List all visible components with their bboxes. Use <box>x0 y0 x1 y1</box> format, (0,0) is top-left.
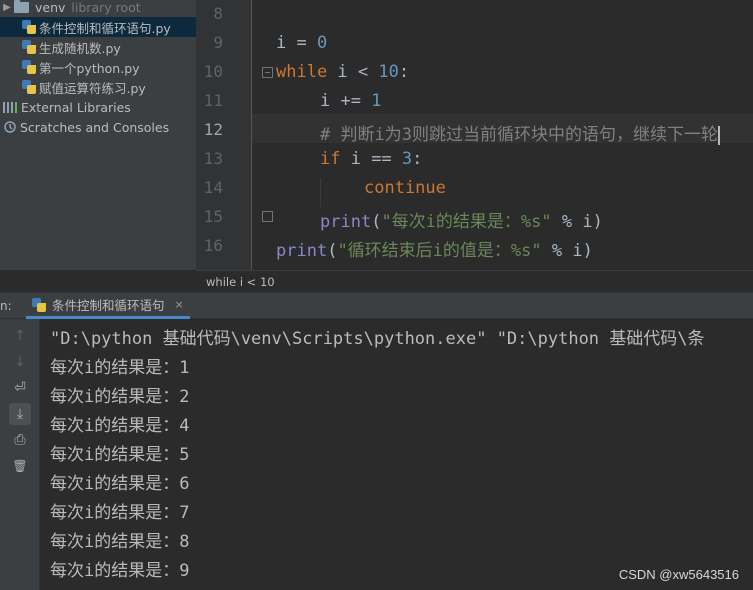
python-file-icon <box>32 297 46 312</box>
indent-guide <box>320 178 321 207</box>
trash-icon[interactable]: 🗑 <box>9 455 31 477</box>
tree-item-label: venv <box>35 0 66 15</box>
fold-marker-icon[interactable] <box>262 67 273 78</box>
line-number: 10 <box>203 62 223 81</box>
close-icon[interactable]: × <box>175 298 184 311</box>
watermark: CSDN @xw5643516 <box>618 567 739 582</box>
tree-item-label: 条件控制和循环语句.py <box>39 20 171 36</box>
scroll-up-icon[interactable]: ↑ <box>9 325 31 347</box>
scratches-icon <box>4 121 16 133</box>
line-number: 14 <box>203 178 223 197</box>
line-number: 13 <box>203 149 223 168</box>
python-file-icon <box>22 80 36 94</box>
tree-item-file[interactable]: 生成随机数.py <box>22 37 121 57</box>
run-tab-label: 条件控制和循环语句 <box>52 298 165 313</box>
tree-item-external-libraries[interactable]: External Libraries <box>2 97 131 117</box>
tree-item-label: 第一个python.py <box>39 60 140 76</box>
code-line-12: # 判断i为3则跳过当前循环块中的语句，继续下一轮 <box>320 125 720 145</box>
folder-icon <box>14 0 29 13</box>
code-line-15: print("每次i的结果是：%s" % i) <box>320 212 603 232</box>
line-number-gutter: 8 9 10 11 12 13 14 15 16 <box>196 0 252 270</box>
code-line-10: while i < 10: <box>276 62 410 82</box>
library-root-note: library root <box>71 0 141 15</box>
tree-item-label: Scratches and Consoles <box>20 119 170 135</box>
code-line-9: i = 0 <box>276 33 328 53</box>
line-number-current: 12 <box>203 120 223 139</box>
console-output[interactable]: "D:\python 基础代码\venv\Scripts\python.exe"… <box>40 319 753 590</box>
run-window-title: n: <box>0 299 12 313</box>
chevron-right-icon[interactable]: ▶ <box>0 2 14 13</box>
library-icon <box>3 102 17 113</box>
line-number: 8 <box>213 4 223 23</box>
fold-end-marker-icon[interactable] <box>262 211 273 222</box>
line-number: 11 <box>203 91 223 110</box>
tree-item-label: External Libraries <box>21 99 131 115</box>
editor-breadcrumb-bar: while i < 10 <box>196 270 753 292</box>
tree-item-venv[interactable]: ▶ venv library root <box>0 0 141 17</box>
tree-item-label: 生成随机数.py <box>39 40 121 56</box>
tree-item-scratches[interactable]: Scratches and Consoles <box>2 117 169 137</box>
code-line-14: continue <box>364 178 446 198</box>
tree-item-file[interactable]: 第一个python.py <box>22 57 140 77</box>
code-line-13: if i == 3: <box>320 149 423 169</box>
run-tab[interactable]: 条件控制和循环语句 × <box>26 293 190 319</box>
print-icon[interactable]: ⎙ <box>9 429 31 451</box>
run-toolbar: ↑ ↓ ⏎ ⤓ ⎙ 🗑 <box>0 319 40 590</box>
line-number: 16 <box>203 236 223 255</box>
code-line-16: print("循环结束后i的值是：%s" % i) <box>276 241 593 261</box>
line-number: 9 <box>213 33 223 52</box>
console-line: 每次i的结果是：2 <box>50 387 190 407</box>
console-line: 每次i的结果是：8 <box>50 532 190 552</box>
code-line-11: i += 1 <box>320 91 382 111</box>
run-tool-window-header: n: 条件控制和循环语句 × <box>0 292 753 319</box>
tree-item-file[interactable]: 条件控制和循环语句.py <box>0 17 196 37</box>
scroll-to-end-icon[interactable]: ⤓ <box>9 403 31 425</box>
tree-item-file[interactable]: 赋值运算符练习.py <box>22 77 146 97</box>
python-file-icon <box>22 20 36 34</box>
tree-item-label: 赋值运算符练习.py <box>39 80 146 96</box>
console-line: 每次i的结果是：9 <box>50 561 190 581</box>
console-line: 每次i的结果是：5 <box>50 445 190 465</box>
console-line: 每次i的结果是：6 <box>50 474 190 494</box>
code-editor[interactable]: 8 9 10 11 12 13 14 15 16 i = 0 while i <… <box>196 0 753 270</box>
soft-wrap-icon[interactable]: ⏎ <box>9 377 31 399</box>
python-file-icon <box>22 40 36 54</box>
python-file-icon <box>22 60 36 74</box>
text-caret <box>717 125 720 145</box>
project-tree-panel: ▶ venv library root 条件控制和循环语句.py 生成随机数.p… <box>0 0 196 270</box>
console-line: 每次i的结果是：7 <box>50 503 190 523</box>
breadcrumb[interactable]: while i < 10 <box>206 275 275 289</box>
line-number: 15 <box>203 207 223 226</box>
scroll-down-icon[interactable]: ↓ <box>9 351 31 373</box>
console-line: "D:\python 基础代码\venv\Scripts\python.exe"… <box>50 329 705 349</box>
console-line: 每次i的结果是：1 <box>50 358 190 378</box>
console-line: 每次i的结果是：4 <box>50 416 190 436</box>
